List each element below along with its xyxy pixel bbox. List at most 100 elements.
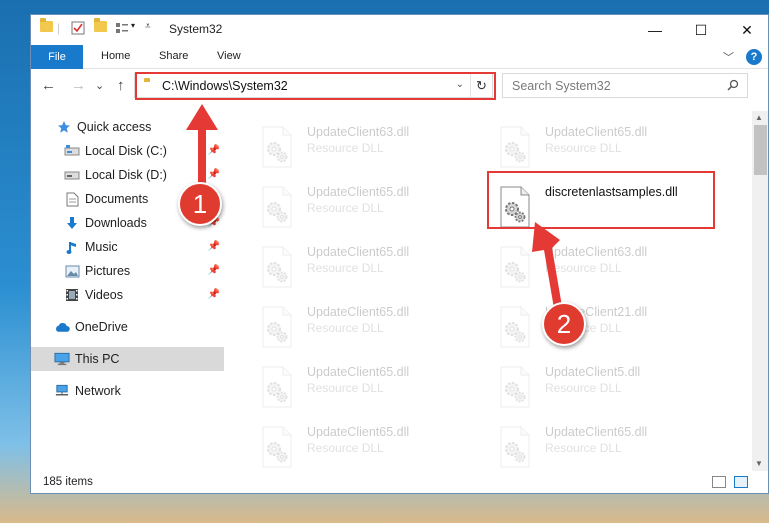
sidebar-item-label: OneDrive (75, 320, 128, 334)
back-button[interactable]: ← (41, 77, 56, 94)
explorer-window: | ▾ ⩡ System32 — ☐ ✕ File Home Share Vie… (30, 14, 769, 494)
dll-gear-icon (497, 245, 533, 289)
file-type: Resource DLL (307, 201, 384, 215)
properties-icon[interactable] (71, 21, 85, 35)
music-icon (64, 240, 80, 254)
dll-gear-icon (259, 125, 295, 169)
new-folder-icon[interactable] (94, 18, 107, 32)
large-icons-view-icon[interactable] (734, 476, 748, 488)
file-type: Resource DLL (307, 321, 384, 335)
dll-gear-icon (259, 305, 295, 349)
sidebar-item-label: Local Disk (C:) (85, 144, 167, 158)
dll-gear-icon (497, 365, 533, 409)
file-item[interactable]: UpdateClient65.dll Resource DLL (237, 179, 467, 235)
dll-gear-icon (259, 185, 295, 229)
sidebar-item-onedrive[interactable]: OneDrive (31, 315, 224, 339)
address-highlight-box (135, 72, 496, 100)
recent-locations-button[interactable]: ⌄ (95, 79, 104, 92)
file-type: Resource DLL (545, 261, 622, 275)
customize-qa-icon[interactable]: ⩡ (145, 21, 151, 32)
expand-ribbon-icon[interactable]: ﹀ (723, 49, 734, 65)
scroll-down-icon[interactable]: ▼ (755, 459, 763, 468)
pin-icon[interactable]: 📌 (208, 289, 220, 300)
file-item[interactable]: UpdateClient65.dll Resource DLL (237, 239, 467, 295)
drive-icon (64, 144, 80, 158)
file-item[interactable]: UpdateClient65.dll Resource DLL (475, 419, 705, 471)
tab-share[interactable]: Share (159, 50, 188, 62)
pin-icon[interactable]: 📌 (208, 265, 220, 276)
tab-view[interactable]: View (217, 50, 241, 62)
pin-icon[interactable]: 📌 (208, 169, 220, 180)
sidebar-item-label: Documents (85, 192, 149, 206)
documents-icon (64, 192, 80, 206)
sidebar-item-label: Music (85, 240, 118, 254)
file-name: UpdateClient65.dll (307, 245, 410, 259)
download-icon (64, 216, 80, 230)
sidebar-item-videos[interactable]: Videos 📌 (31, 283, 224, 307)
file-name: UpdateClient63.dll (545, 245, 648, 259)
minimize-button[interactable]: — (632, 15, 678, 45)
file-item[interactable]: UpdateClient65.dll Resource DLL (237, 419, 467, 471)
file-item[interactable]: UpdateClient5.dll Resource DLL (475, 359, 705, 415)
sidebar-item-quick-access[interactable]: Quick access (31, 115, 224, 139)
tab-file[interactable]: File (31, 45, 83, 69)
title-bar: | ▾ ⩡ System32 — ☐ ✕ (31, 15, 768, 45)
help-icon[interactable]: ? (746, 49, 762, 65)
dll-gear-icon (497, 305, 533, 349)
pictures-icon (64, 264, 80, 278)
pc-icon (54, 352, 70, 366)
item-count: 185 items (43, 476, 93, 488)
dll-gear-icon (259, 425, 295, 469)
sidebar-item-label: Downloads (85, 216, 147, 230)
sidebar-item-label: Videos (85, 288, 123, 302)
search-input[interactable]: Search System32 (502, 73, 748, 98)
file-name: UpdateClient65.dll (307, 305, 410, 319)
pin-icon[interactable]: 📌 (208, 145, 220, 156)
file-name: UpdateClient65.dll (545, 425, 648, 439)
dll-gear-icon (497, 425, 533, 469)
file-type: Resource DLL (545, 381, 622, 395)
videos-icon (64, 288, 80, 302)
details-view-icon[interactable] (712, 476, 726, 488)
scroll-up-icon[interactable]: ▲ (755, 113, 763, 122)
sidebar-item-music[interactable]: Music 📌 (31, 235, 224, 259)
file-name: UpdateClient65.dll (545, 125, 648, 139)
sidebar-item-label: This PC (75, 352, 120, 366)
file-type: Resource DLL (545, 441, 622, 455)
folder-icon (40, 18, 53, 32)
file-name: UpdateClient65.dll (307, 365, 410, 379)
file-item[interactable]: UpdateClient63.dll Resource DLL (475, 239, 705, 295)
cloud-icon (54, 320, 70, 334)
up-button[interactable]: ↑ (117, 77, 125, 94)
dll-gear-icon (259, 245, 295, 289)
maximize-button[interactable]: ☐ (678, 15, 724, 45)
file-item[interactable]: UpdateClient21.dllResource DLL (475, 299, 705, 355)
file-type: Resource DLL (545, 141, 622, 155)
sidebar-item-pictures[interactable]: Pictures 📌 (31, 259, 224, 283)
tab-home[interactable]: Home (101, 50, 130, 62)
step-2-badge: 2 (542, 302, 586, 346)
sidebar-item-label: Local Disk (D:) (85, 168, 167, 182)
sidebar-item-local-disk-c[interactable]: Local Disk (C:) 📌 (31, 139, 224, 163)
view-options-icon[interactable] (115, 21, 129, 35)
sidebar-item-network[interactable]: Network (31, 379, 224, 403)
file-name: UpdateClient63.dll (307, 125, 410, 139)
forward-button[interactable]: → (71, 77, 86, 94)
file-type: Resource DLL (307, 441, 384, 455)
file-name: UpdateClient5.dll (545, 365, 641, 379)
search-icon[interactable] (727, 79, 739, 94)
file-list: UpdateClient63.dll Resource DLL UpdateCli… (227, 111, 740, 471)
pin-icon[interactable]: 📌 (208, 241, 220, 252)
qa-dropdown-icon[interactable]: ▾ (131, 21, 135, 30)
close-button[interactable]: ✕ (724, 15, 768, 45)
file-item[interactable]: UpdateClient65.dll Resource DLL (237, 299, 467, 355)
search-placeholder: Search System32 (512, 79, 611, 93)
status-bar: 185 items (31, 471, 768, 493)
vertical-scrollbar[interactable]: ▲ ▼ (752, 111, 768, 471)
ribbon-tabs: File Home Share View ﹀ ? (31, 45, 768, 69)
file-item[interactable]: UpdateClient65.dll Resource DLL (475, 119, 705, 175)
file-item[interactable]: UpdateClient63.dll Resource DLL (237, 119, 467, 175)
file-item[interactable]: UpdateClient65.dll Resource DLL (237, 359, 467, 415)
sidebar-item-this-pc[interactable]: This PC (31, 347, 224, 371)
scroll-thumb[interactable] (754, 125, 767, 175)
